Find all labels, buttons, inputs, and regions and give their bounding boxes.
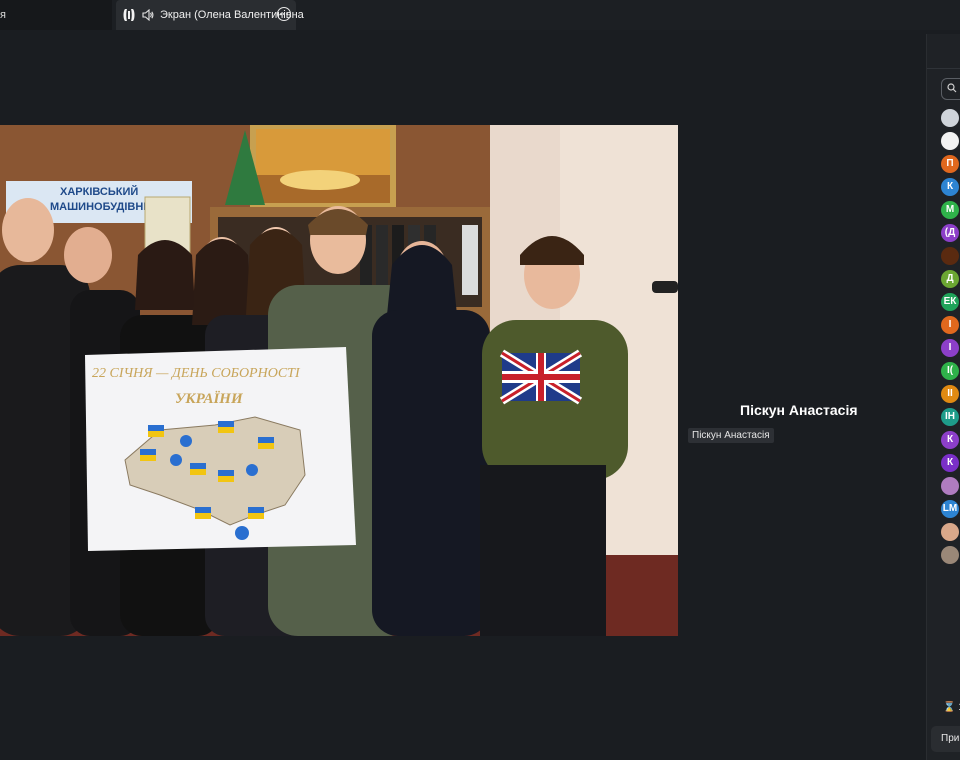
participant-avatar[interactable]: Д bbox=[941, 270, 959, 288]
participant-avatar[interactable]: К bbox=[941, 431, 959, 449]
active-speaker-name: Піскун Анастасія bbox=[740, 402, 858, 418]
participant-avatar[interactable]: ІН bbox=[941, 408, 959, 426]
participant-avatar[interactable]: ЕК bbox=[941, 293, 959, 311]
shared-screen-photo: ХАРКІВСЬКИЙ МАШИНОБУДІВНИЙ 22 СІЧНЯ — ДЕ… bbox=[0, 125, 678, 636]
wall-sign-line2: МАШИНОБУДІВНИЙ bbox=[50, 200, 159, 213]
participant-avatar[interactable]: М bbox=[941, 201, 959, 219]
hourglass-icon: ⌛ bbox=[943, 702, 956, 713]
participant-avatar[interactable]: П bbox=[941, 155, 959, 173]
participant-avatar[interactable]: LM bbox=[941, 500, 959, 518]
participants-search-input[interactable] bbox=[941, 78, 960, 100]
participant-avatar[interactable]: К bbox=[941, 454, 959, 472]
participant-avatar[interactable] bbox=[941, 132, 959, 150]
participant-avatar[interactable] bbox=[941, 523, 959, 541]
tab-previous[interactable]: я bbox=[0, 0, 112, 30]
window-tab-bar: я Экран (Олена Валентинівна bbox=[0, 0, 960, 30]
poster-title-2: УКРАЇНИ bbox=[175, 391, 244, 407]
participant-avatar[interactable] bbox=[941, 247, 959, 265]
search-icon bbox=[947, 83, 957, 93]
tab-screen-share[interactable]: Экран (Олена Валентинівна bbox=[116, 0, 304, 30]
wall-sign-line1: ХАРКІВСЬКИЙ bbox=[60, 185, 138, 198]
participants-panel: ПКМ(ДДЕКІІІ(ІІІНККLM ⌛ 1 Приг bbox=[926, 34, 960, 760]
participant-avatar[interactable] bbox=[941, 477, 959, 495]
meeting-stage: ХАРКІВСЬКИЙ МАШИНОБУДІВНИЙ 22 СІЧНЯ — ДЕ… bbox=[0, 30, 924, 760]
poster-title-1: 22 СІЧНЯ — ДЕНЬ СОБОРНОСТІ bbox=[92, 366, 301, 381]
participant-avatar[interactable]: І( bbox=[941, 362, 959, 380]
speaker-icon[interactable] bbox=[142, 9, 154, 21]
poster: 22 СІЧНЯ — ДЕНЬ СОБОРНОСТІ УКРАЇНИ bbox=[85, 347, 356, 551]
participant-list: П К М (Д Д ЕК І І І(ІІ ІН К К LM bbox=[941, 109, 960, 569]
participant-avatar[interactable]: І bbox=[941, 316, 959, 334]
invite-button-label: Приг bbox=[941, 733, 960, 744]
participant-avatar[interactable]: ІІ bbox=[941, 385, 959, 403]
invite-button[interactable]: Приг bbox=[931, 726, 960, 752]
participant-avatar[interactable]: (Д bbox=[941, 224, 959, 242]
classroom-photo: ХАРКІВСЬКИЙ МАШИНОБУДІВНИЙ 22 СІЧНЯ — ДЕ… bbox=[0, 125, 678, 636]
participant-avatar[interactable]: І bbox=[941, 339, 959, 357]
tab-previous-label: я bbox=[0, 9, 6, 21]
share-brand-icon bbox=[123, 9, 135, 21]
more-options-icon[interactable] bbox=[277, 7, 291, 21]
panel-header bbox=[927, 34, 960, 69]
participant-avatar[interactable] bbox=[941, 109, 959, 127]
video-tile-name-label: Піскун Анастасія bbox=[688, 428, 774, 443]
participant-avatar[interactable]: К bbox=[941, 178, 959, 196]
participant-avatar[interactable] bbox=[941, 546, 959, 564]
hand-raise-count: ⌛ 1 bbox=[943, 702, 960, 713]
